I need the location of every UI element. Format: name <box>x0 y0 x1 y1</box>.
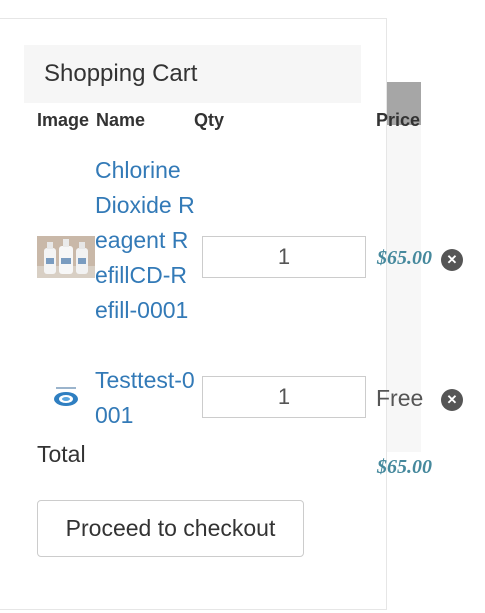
column-header-qty: Qty <box>194 110 225 130</box>
total-label: Total <box>37 441 86 467</box>
product-image-test-logo[interactable] <box>50 385 82 410</box>
column-header-price: Price <box>376 110 421 130</box>
product-link-chlorine-dioxide[interactable]: Chlorine Dioxide Reagent RefillCD-Refill… <box>95 153 195 328</box>
column-header-name: Name <box>96 110 146 130</box>
product-link-testtest[interactable]: Testtest-0001 <box>95 363 195 433</box>
item-1-price: $65.00 <box>377 247 432 269</box>
product-image-reagent-bottles[interactable] <box>37 236 95 278</box>
cart-panel-header: Shopping Cart <box>24 45 361 103</box>
remove-item-1-button[interactable]: ✕ <box>441 249 463 271</box>
remove-circle-icon: ✕ <box>446 252 458 267</box>
remove-circle-icon: ✕ <box>446 392 458 407</box>
qty-input-item-1[interactable] <box>202 236 366 278</box>
qty-input-item-2[interactable] <box>202 376 366 418</box>
column-header-image: Image <box>37 110 90 130</box>
remove-item-2-button[interactable]: ✕ <box>441 389 463 411</box>
cart-title: Shopping Cart <box>44 60 198 87</box>
total-value: $65.00 <box>377 456 432 478</box>
proceed-to-checkout-button[interactable]: Proceed to checkout <box>37 500 304 557</box>
item-2-price: Free <box>376 385 424 411</box>
